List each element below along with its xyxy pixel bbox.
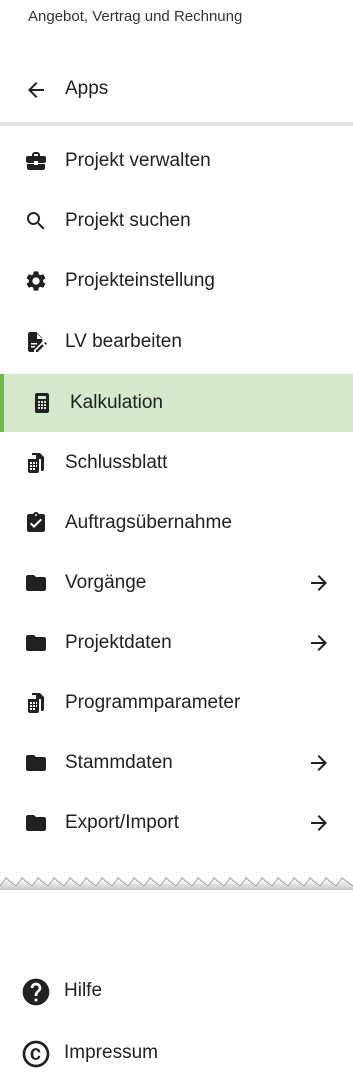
menu-item-projekt-suchen[interactable]: Projekt suchen xyxy=(0,192,353,250)
calculator-icon xyxy=(30,391,54,415)
arrow-right-icon xyxy=(307,811,331,835)
arrow-left-icon xyxy=(24,78,48,102)
menu-item-projektdaten[interactable]: Projektdaten xyxy=(0,614,353,672)
menu-item-label: Projekt verwalten xyxy=(65,150,211,171)
spreadsheet-icon xyxy=(24,691,48,715)
menu-item-projekteinstellung[interactable]: Projekteinstellung xyxy=(0,252,353,310)
gear-icon xyxy=(24,269,48,293)
menu-item-label: Export/Import xyxy=(65,812,180,833)
menu-item-label: Auftragsübernahme xyxy=(65,512,232,533)
divider xyxy=(0,122,353,126)
menu-item-hilfe[interactable]: Hilfe xyxy=(0,966,353,1014)
menu-item-vorgaenge[interactable]: Vorgänge xyxy=(0,554,353,612)
menu-item-label: Stammdaten xyxy=(65,752,173,773)
copyright-icon xyxy=(20,1038,52,1070)
menu-item-stammdaten[interactable]: Stammdaten xyxy=(0,734,353,792)
arrow-right-icon xyxy=(307,571,331,595)
menu-item-label: Projekt suchen xyxy=(65,210,191,231)
arrow-right-icon xyxy=(307,631,331,655)
menu-item-label: Schlussblatt xyxy=(65,452,168,473)
torn-edge-divider xyxy=(0,877,353,890)
active-indicator xyxy=(0,374,4,432)
briefcase-icon xyxy=(24,149,48,173)
arrow-right-icon xyxy=(307,751,331,775)
menu-item-label: LV bearbeiten xyxy=(65,331,182,352)
document-edit-icon xyxy=(24,330,48,354)
menu-item-lv-bearbeiten[interactable]: LV bearbeiten xyxy=(0,313,353,371)
folder-icon xyxy=(24,631,48,655)
help-circle-icon xyxy=(20,976,52,1008)
menu-item-impressum[interactable]: Impressum xyxy=(0,1028,353,1076)
menu-item-label: Kalkulation xyxy=(70,392,163,413)
menu-item-kalkulation[interactable]: Kalkulation xyxy=(0,374,353,432)
folder-icon xyxy=(24,571,48,595)
menu-item-schlussblatt[interactable]: Schlussblatt xyxy=(0,434,353,492)
search-icon xyxy=(24,209,48,233)
menu-item-projekt-verwalten[interactable]: Projekt verwalten xyxy=(0,132,353,190)
back-to-apps-button[interactable]: Apps xyxy=(0,64,353,114)
clipboard-check-icon xyxy=(24,511,48,535)
menu-item-label: Hilfe xyxy=(64,980,103,1001)
app-title: Angebot, Vertrag und Rechnung xyxy=(28,8,243,25)
menu-item-label: Projekteinstellung xyxy=(65,270,215,291)
spreadsheet-icon xyxy=(24,451,48,475)
folder-icon xyxy=(24,811,48,835)
menu-item-label: Programmparameter xyxy=(65,692,241,713)
folder-icon xyxy=(24,751,48,775)
menu-item-label: Projektdaten xyxy=(65,632,172,653)
menu-item-label: Impressum xyxy=(64,1042,158,1063)
menu-item-label: Vorgänge xyxy=(65,572,147,593)
menu-item-programmparameter[interactable]: Programmparameter xyxy=(0,674,353,732)
menu-item-export-import[interactable]: Export/Import xyxy=(0,794,353,852)
menu-item-auftragsuebernahme[interactable]: Auftragsübernahme xyxy=(0,494,353,552)
back-label: Apps xyxy=(65,78,109,99)
